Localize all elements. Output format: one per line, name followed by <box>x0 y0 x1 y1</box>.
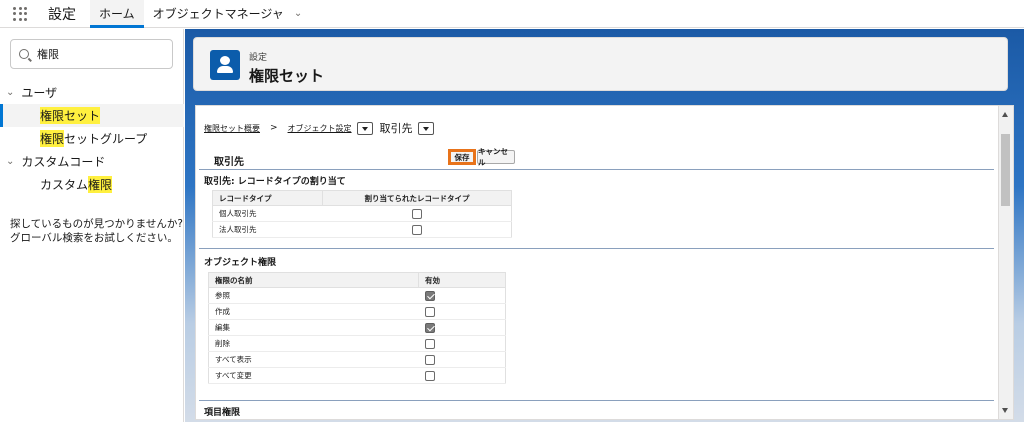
page-supertitle: 設定 <box>249 53 268 63</box>
table-row: すべて表示 <box>208 351 506 368</box>
record-type-name: 個人取引先 <box>212 205 323 222</box>
permission-checkbox[interactable] <box>424 338 435 349</box>
record-type-section-title: 取引先: レコードタイプの割り当て <box>204 177 346 187</box>
scroll-up-icon[interactable] <box>1002 112 1008 117</box>
tree-group-custom-code[interactable]: ⌄ カスタムコード <box>0 150 184 173</box>
object-dropdown[interactable] <box>417 121 434 135</box>
sidebar-item-custom-permissions[interactable]: カスタム 権限 <box>0 173 184 196</box>
breadcrumb-current: 取引先 <box>379 122 413 135</box>
divider <box>199 248 994 249</box>
app-launcher-button[interactable] <box>0 0 40 27</box>
record-type-table: レコードタイプ 割り当てられたレコードタイプ 個人取引先 法人取引先 <box>212 190 512 238</box>
divider <box>199 400 994 401</box>
permission-checkbox[interactable] <box>424 322 435 333</box>
label-part: セットグループ <box>64 132 148 146</box>
column-header: レコードタイプ <box>212 190 323 206</box>
object-permissions-section-title: オブジェクト権限 <box>204 258 277 268</box>
page-header: 設定 権限セット <box>193 37 1008 91</box>
breadcrumb-separator: > <box>270 123 278 133</box>
table-row: 作成 <box>208 303 506 320</box>
table-row: 編集 <box>208 319 506 336</box>
permission-name: 参照 <box>208 287 419 304</box>
permission-name: 削除 <box>208 335 419 352</box>
quick-find-input[interactable]: 権限 <box>10 39 173 69</box>
label-part: カスタム <box>40 178 89 192</box>
save-button[interactable]: 保存 <box>448 149 476 165</box>
table-row: 個人取引先 <box>212 205 512 222</box>
app-name: 設定 <box>48 6 76 23</box>
tree-group-users[interactable]: ⌄ ユーザ <box>0 81 184 104</box>
sidebar-item-permission-set-groups[interactable]: 権限 セットグループ <box>0 127 184 150</box>
main-area: 設定 権限セット 権限セット概要 > オブジェクト設定 取引先 取引先 保存 キ… <box>185 29 1024 422</box>
tab-object-manager[interactable]: オブジェクトマネージャ ⌄ <box>144 0 312 27</box>
tab-home[interactable]: ホーム <box>90 0 144 28</box>
permission-checkbox[interactable] <box>424 306 435 317</box>
search-highlight: 権限 <box>88 176 113 193</box>
permission-checkbox[interactable] <box>424 354 435 365</box>
permission-name: 編集 <box>208 319 419 336</box>
table-row: 削除 <box>208 335 506 352</box>
field-permissions-section-title: 項目権限 <box>204 408 241 418</box>
permission-checkbox[interactable] <box>424 290 435 301</box>
table-row: 参照 <box>208 287 506 304</box>
breadcrumb-permission-set-overview[interactable]: 権限セット概要 <box>204 123 260 134</box>
breadcrumb-object-settings[interactable]: オブジェクト設定 <box>288 123 352 134</box>
permission-checkbox[interactable] <box>424 370 435 381</box>
global-nav: 設定 ホーム オブジェクトマネージャ ⌄ <box>0 0 1024 28</box>
object-title: 取引先 <box>214 157 244 168</box>
breadcrumb: 権限セット概要 > オブジェクト設定 取引先 <box>204 120 439 136</box>
scroll-down-icon[interactable] <box>1002 408 1008 413</box>
sidebar-item-label: 権限セット <box>40 107 101 124</box>
object-permissions-table: 権限の名前 有効 参照 作成 編集 削除 すべて表示 すべて変更 <box>208 272 506 384</box>
quick-find-value: 権限 <box>37 48 59 61</box>
setup-sidebar: 権限 ⌄ ユーザ 権限セット 権限 セットグループ ⌄ カスタムコード カスタム権… <box>0 29 184 422</box>
chevron-down-icon: ⌄ <box>6 87 15 98</box>
record-type-checkbox[interactable] <box>411 208 422 219</box>
page-title: 権限セット <box>249 67 325 85</box>
help-line: 探しているものが見つかりませんか? <box>10 218 183 230</box>
tree-group-label: カスタムコード <box>21 155 106 169</box>
classic-content-frame: 権限セット概要 > オブジェクト設定 取引先 取引先 保存 キャンセル 取引先:… <box>195 105 999 420</box>
column-header: 割り当てられたレコードタイプ <box>322 190 512 206</box>
record-type-checkbox[interactable] <box>411 224 422 235</box>
search-icon <box>19 49 29 59</box>
help-line: グローバル検索をお試しください。 <box>10 232 178 244</box>
setup-tree: ⌄ ユーザ 権限セット 権限 セットグループ ⌄ カスタムコード カスタム 権限 <box>0 81 184 196</box>
no-results-help: 探しているものが見つかりませんか? グローバル検索をお試しください。 <box>10 217 183 245</box>
record-type-name: 法人取引先 <box>212 221 323 238</box>
tree-group-label: ユーザ <box>21 86 58 100</box>
chevron-down-icon[interactable]: ⌄ <box>294 8 302 19</box>
scroll-thumb[interactable] <box>1001 134 1010 206</box>
tab-object-manager-label: オブジェクトマネージャ <box>152 7 284 21</box>
app-launcher-icon <box>13 6 27 21</box>
tab-home-label: ホーム <box>99 7 135 21</box>
content-scrollbar[interactable] <box>999 105 1014 420</box>
permission-name: すべて変更 <box>208 367 419 384</box>
sidebar-item-permission-sets[interactable]: 権限セット <box>0 104 184 127</box>
cancel-button[interactable]: キャンセル <box>477 147 515 167</box>
object-settings-dropdown[interactable] <box>356 121 373 135</box>
table-row: すべて変更 <box>208 367 506 384</box>
column-header: 有効 <box>418 272 506 288</box>
column-header: 権限の名前 <box>208 272 419 288</box>
search-highlight: 権限 <box>40 130 65 147</box>
permission-name: 作成 <box>208 303 419 320</box>
permission-name: すべて表示 <box>208 351 419 368</box>
user-icon <box>210 50 240 80</box>
divider <box>199 169 994 170</box>
chevron-down-icon: ⌄ <box>6 156 15 167</box>
table-row: 法人取引先 <box>212 221 512 238</box>
